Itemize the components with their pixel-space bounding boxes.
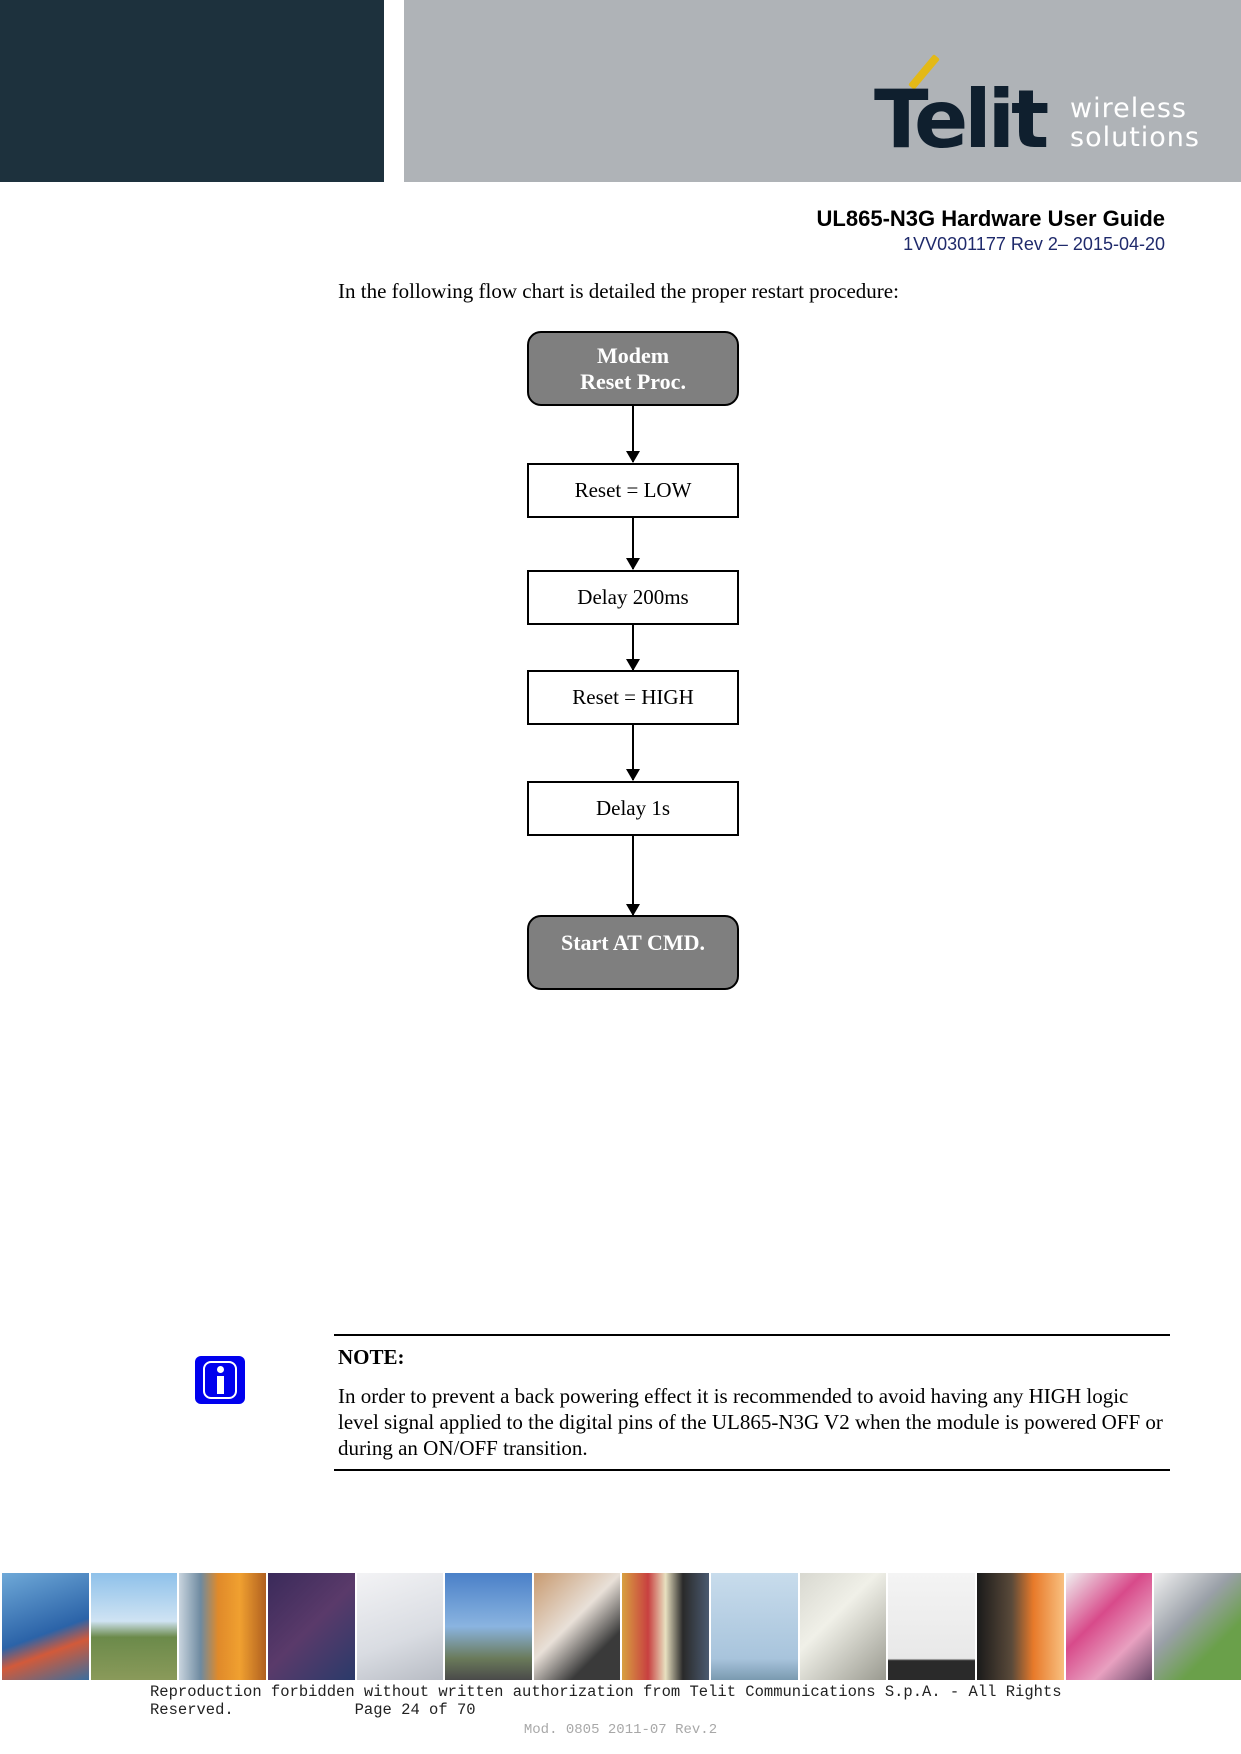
photo-wind-turbines [711, 1573, 798, 1680]
photo-shipping-containers [179, 1573, 266, 1680]
intro-paragraph: In the following flow chart is detailed … [338, 279, 899, 303]
photo-cyclist [445, 1573, 532, 1680]
logo-wordmark: Telit [874, 73, 1049, 166]
photo-highway-traffic [2, 1573, 89, 1680]
info-icon [195, 1356, 245, 1404]
flow-arrow [626, 725, 640, 781]
photo-printing [1065, 1573, 1153, 1680]
photo-window-frame [888, 1573, 976, 1680]
photo-train-station [977, 1573, 1064, 1680]
flow-node-start: Modem Reset Proc. [527, 331, 739, 406]
flow-node-end: Start AT CMD. [527, 915, 739, 990]
note-text: In order to prevent a back powering effe… [338, 1384, 1163, 1460]
note-top-rule [334, 1334, 1170, 1336]
flow-arrow [626, 406, 640, 463]
footer-mod-revision: Mod. 0805 2011-07 Rev.2 [523, 1722, 718, 1738]
note-label: NOTE: [338, 1345, 405, 1369]
photo-electricity-meter [799, 1573, 887, 1680]
flow-arrow [626, 625, 640, 671]
note-bottom-rule [334, 1469, 1170, 1471]
photo-security-camera [1154, 1573, 1241, 1680]
photo-departure-board [267, 1573, 355, 1680]
photo-keyboard [356, 1573, 444, 1680]
photo-sos-phone [90, 1573, 178, 1680]
flow-node-delay-1s: Delay 1s [527, 781, 739, 836]
header-dark-panel [0, 0, 384, 182]
document-reference: 1VV0301177 Rev 2– 2015-04-20 [903, 234, 1165, 254]
photo-vending-machine [622, 1573, 710, 1680]
flow-node-reset-low: Reset = LOW [527, 463, 739, 518]
logo-tagline: wireless solutions [1070, 93, 1200, 153]
footer-photo-strip [2, 1573, 1241, 1680]
page-number: Reserved. Page 24 of 70 [150, 1701, 476, 1719]
telit-logo: Telit wireless solutions [870, 48, 1200, 166]
photo-card-reader [533, 1573, 621, 1680]
flow-node-delay-200ms: Delay 200ms [527, 570, 739, 625]
footer-copyright: Reproduction forbidden without written a… [150, 1683, 1150, 1719]
flow-arrow [626, 518, 640, 570]
flow-node-reset-high: Reset = HIGH [527, 670, 739, 725]
flow-arrow [626, 836, 640, 916]
document-title: UL865-N3G Hardware User Guide [816, 206, 1165, 231]
